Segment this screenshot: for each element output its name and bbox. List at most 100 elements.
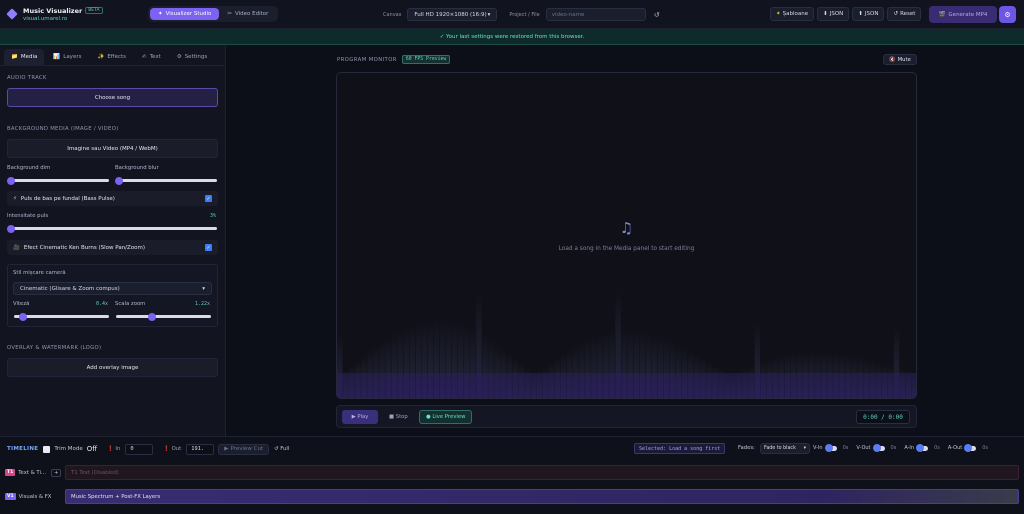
monitor-title: PROGRAM MONITOR: [337, 56, 397, 63]
slider-knob[interactable]: [7, 224, 15, 233]
time-display: 0:00 / 0:00: [856, 410, 910, 424]
canvas-select[interactable]: Full HD 1920×1080 (16:9) ▾: [407, 8, 498, 21]
v-out-slider[interactable]: [872, 444, 885, 452]
a-out-label: A-Out: [947, 445, 963, 451]
overlay-title: OVERLAY & WATERMARK (LOGO): [7, 345, 102, 351]
speed-label: Viteză: [13, 301, 30, 307]
top-bar: Music Visualizer BETA visual.umarel.ro ✦…: [0, 0, 1024, 29]
play-icon: ▶: [224, 446, 229, 452]
slider-knob[interactable]: [7, 176, 15, 185]
header-actions: ✦ Șabloane ⬇ JSON ⬆ JSON ↺ Reset: [770, 7, 922, 21]
background-media-title: BACKGROUND MEDIA (IMAGE / VIDEO): [7, 126, 119, 132]
choose-song-button[interactable]: Choose song: [7, 88, 218, 107]
add-overlay-button[interactable]: Add overlay image: [7, 358, 218, 377]
reload-icon[interactable]: ↺: [654, 11, 660, 19]
tab-text[interactable]: ✍ Text: [135, 49, 168, 65]
chevron-down-icon: ▾: [487, 11, 491, 18]
ken-burns-toggle[interactable]: 🎥 Efect Cinematic Ken Burns (Slow Pan/Zo…: [7, 240, 218, 255]
a-in-slider[interactable]: [916, 444, 929, 452]
pen-icon: ✍: [142, 54, 147, 60]
reset-button[interactable]: ↺ Reset: [887, 7, 922, 21]
film-icon: 🎬: [938, 11, 946, 18]
selected-badge: Selected: Load a song first: [634, 443, 726, 454]
track-label: V1 Visuals & FX: [5, 493, 52, 500]
canvas-controls: Canvas Full HD 1920×1080 (16:9) ▾ Projec…: [383, 8, 660, 21]
track-text: T1 Text & Ti... + T1 Text (Disabled): [5, 463, 1019, 482]
background-blur-slider[interactable]: [115, 176, 217, 185]
bass-pulse-toggle[interactable]: ⚡ Puls de bas pe fundal (Bass Pulse) ✓: [7, 191, 218, 206]
trim-mode-state: Off: [86, 445, 98, 453]
tab-media[interactable]: 📁 Media: [4, 49, 45, 65]
v-in-slider[interactable]: [824, 444, 837, 452]
trim-mode-label: Trim Mode: [54, 446, 83, 452]
pulse-intensity-label: Intensitate puls: [7, 213, 49, 219]
stop-icon: ■: [389, 414, 396, 420]
program-monitor-screen[interactable]: ♫ Load a song in the Media panel to star…: [336, 72, 917, 399]
zoom-scale-value: 1.22x: [195, 301, 211, 307]
tab-layers[interactable]: 📊 Layers: [46, 49, 88, 65]
ken-burns-checkbox[interactable]: ✓: [205, 244, 212, 251]
text-track-clip[interactable]: T1 Text (Disabled): [65, 465, 1019, 480]
mute-button[interactable]: 🔇 Mute: [883, 54, 917, 65]
panel-tabs: 📁 Media 📊 Layers ✨ Effects ✍ Text ⚙ Settings: [0, 45, 225, 66]
camera-icon: 🎥: [13, 244, 20, 251]
full-button[interactable]: ↺ Full: [274, 446, 289, 452]
stop-button[interactable]: ■ Stop: [383, 410, 414, 424]
live-preview-button[interactable]: ● Live Preview: [419, 410, 473, 424]
fade-mode-select[interactable]: Fade to black ▾: [760, 443, 810, 454]
a-out-slider[interactable]: [964, 444, 977, 452]
sparkles-icon: ✨: [97, 54, 105, 60]
background-dim-label: Background dim: [7, 165, 51, 171]
slider-knob[interactable]: [148, 312, 156, 321]
diamond-logo-icon: [6, 8, 18, 20]
timeline-title: TIMELINE: [7, 446, 39, 452]
export-json-button[interactable]: ⬇ JSON: [817, 7, 850, 21]
import-json-button[interactable]: ⬆ JSON: [852, 7, 885, 21]
timeline-toolbar: TIMELINE Trim Mode Off ❗ In 0 ❗ Out 191.…: [0, 441, 1024, 457]
generate-mp4-button[interactable]: 🎬 Generate MP4: [929, 6, 997, 23]
tab-settings[interactable]: ⚙ Settings: [170, 49, 215, 65]
trim-mode-checkbox[interactable]: [43, 445, 51, 453]
settings-gear-button[interactable]: ⚙: [999, 6, 1016, 23]
background-blur-label: Background blur: [115, 165, 159, 171]
speed-slider[interactable]: [14, 312, 109, 321]
play-button[interactable]: ▶ Play: [342, 410, 378, 424]
preview-cut-button[interactable]: ▶ Preview Cut: [218, 443, 270, 455]
v-out-label: V-Out: [856, 445, 871, 451]
pulse-intensity-slider[interactable]: [7, 224, 217, 233]
zoom-scale-slider[interactable]: [116, 312, 211, 321]
tab-effects[interactable]: ✨ Effects: [90, 49, 133, 65]
timeline-panel: TIMELINE Trim Mode Off ❗ In 0 ❗ Out 191.…: [0, 436, 1024, 514]
gear-icon: ⚙: [176, 54, 182, 60]
chart-icon: 📊: [53, 54, 61, 60]
trim-in-input[interactable]: 0: [125, 443, 154, 455]
mode-visualizer-studio[interactable]: ✦ Visualizer Studio: [150, 8, 220, 20]
brand: Music Visualizer BETA visual.umarel.ro: [6, 6, 140, 22]
chevron-down-icon: ▾: [202, 285, 205, 292]
upload-icon: ⬆: [858, 11, 863, 17]
background-dim-slider[interactable]: [7, 176, 109, 185]
canvas-label: Canvas: [383, 11, 402, 18]
templates-button[interactable]: ✦ Șabloane: [770, 7, 815, 21]
lightning-icon: ⚡: [13, 195, 17, 202]
camera-style-select[interactable]: Cinematic (Glisare & Zoom compus) ▾: [13, 282, 212, 295]
slider-knob[interactable]: [115, 176, 123, 185]
empty-state-message: Load a song in the Media panel to start …: [558, 246, 695, 252]
speed-value: 0.4x: [96, 301, 109, 307]
bass-pulse-checkbox[interactable]: ✓: [205, 195, 212, 202]
background-media-button[interactable]: Imagine sau Video (MP4 / WebM): [7, 139, 218, 158]
project-name-input[interactable]: video-name: [545, 8, 646, 21]
gear-icon: ⚙: [1004, 10, 1011, 19]
app-domain: visual.umarel.ro: [23, 15, 68, 22]
trim-out-input[interactable]: 191.: [186, 443, 215, 455]
visuals-track-clip[interactable]: Music Spectrum + Post-FX Layers: [65, 489, 1019, 504]
zoom-scale-label: Scala zoom: [115, 301, 146, 307]
track-tag: V1: [5, 493, 16, 500]
mode-video-editor[interactable]: ✂ Video Editor: [219, 8, 276, 20]
v-in-label: V-In: [813, 445, 823, 451]
slider-knob[interactable]: [19, 312, 27, 321]
app-name: Music Visualizer: [23, 6, 83, 15]
a-in-label: A-In: [904, 445, 915, 451]
add-icon[interactable]: +: [51, 468, 62, 477]
reset-icon: ↺: [893, 11, 899, 17]
